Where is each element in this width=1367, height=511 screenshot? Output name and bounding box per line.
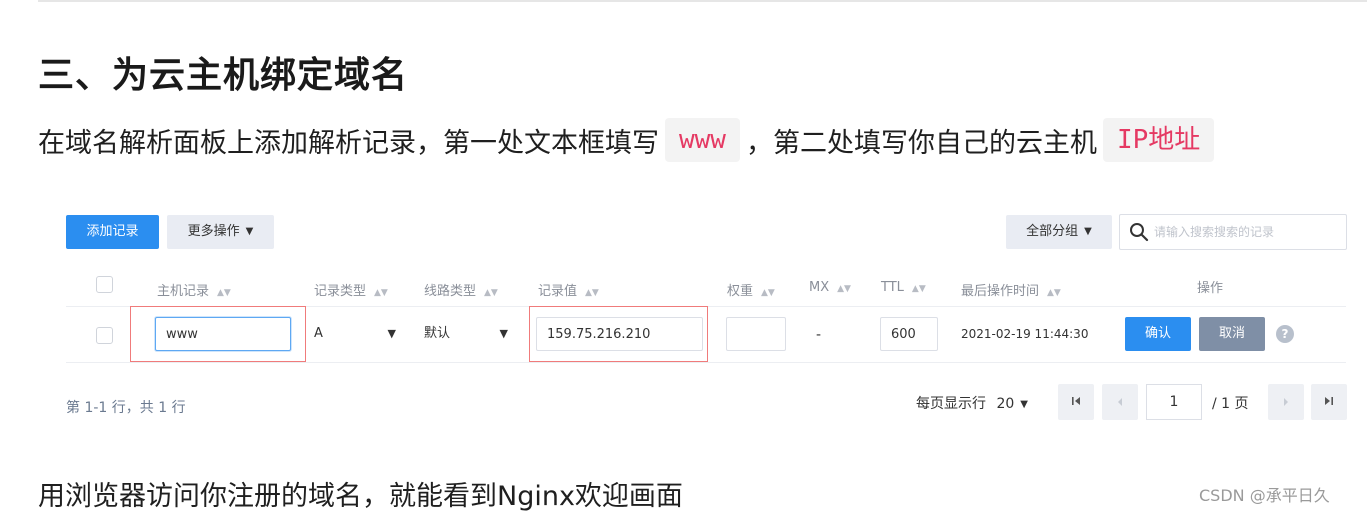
sort-icon: ▲▼ (217, 288, 231, 298)
per-page-value: 20 (996, 396, 1015, 412)
header-mx[interactable]: MX ▲▼ (809, 280, 851, 295)
caret-down-icon: ▼ (1084, 226, 1092, 237)
sort-icon: ▲▼ (911, 284, 926, 294)
prev-page-icon (1118, 398, 1122, 406)
confirm-button[interactable]: 确认 (1125, 317, 1191, 351)
header-label: MX (809, 280, 830, 295)
host-record-input[interactable] (155, 317, 291, 351)
line-type-select[interactable]: 默认 ▼ (424, 317, 508, 351)
caret-down-icon: ▼ (499, 327, 508, 340)
caret-down-icon: ▼ (387, 327, 396, 340)
last-page-button[interactable] (1311, 384, 1347, 420)
all-groups-dropdown[interactable]: 全部分组 ▼ (1006, 215, 1112, 249)
dns-record-panel: 添加记录 更多操作 ▼ 全部分组 ▼ 主机记录 ▲▼ 记录类型 ▲▼ 线路类型 ▲▼ 记录… (0, 200, 1367, 430)
header-ttl[interactable]: TTL ▲▼ (881, 280, 926, 295)
header-actions: 操作 (1197, 281, 1224, 296)
select-all-checkbox[interactable] (96, 276, 113, 293)
header-weight[interactable]: 权重 ▲▼ (727, 280, 775, 299)
prev-page-button[interactable] (1102, 384, 1138, 420)
header-line-type[interactable]: 线路类型 ▲▼ (424, 280, 498, 299)
sort-icon: ▲▼ (1047, 288, 1061, 298)
header-label: 记录类型 (314, 284, 367, 299)
add-record-button[interactable]: 添加记录 (66, 215, 159, 249)
cancel-button[interactable]: 取消 (1199, 317, 1265, 351)
result-note: 用浏览器访问你注册的域名，就能看到Nginx欢迎画面 (38, 481, 683, 511)
row-divider (66, 362, 1346, 363)
line-type-value: 默认 (424, 326, 451, 341)
sort-icon: ▲▼ (374, 288, 388, 298)
header-last-modified[interactable]: 最后操作时间 ▲▼ (961, 280, 1061, 299)
search-icon (1130, 223, 1149, 242)
header-label: 权重 (727, 284, 754, 299)
row-checkbox[interactable] (96, 327, 113, 344)
header-label: TTL (881, 280, 904, 295)
header-label: 记录值 (538, 284, 578, 299)
ttl-input[interactable] (880, 317, 938, 351)
record-value-input[interactable] (536, 317, 703, 351)
total-pages: / 1 页 (1212, 396, 1249, 412)
header-label: 最后操作时间 (961, 284, 1040, 299)
top-divider (38, 0, 1367, 2)
next-page-icon (1284, 398, 1288, 406)
header-record-value[interactable]: 记录值 ▲▼ (538, 280, 599, 299)
header-label: 主机记录 (157, 284, 210, 299)
per-page-label: 每页显示行 (916, 396, 986, 412)
inline-code-www: www (665, 118, 740, 162)
section-heading: 三、为云主机绑定域名 (38, 55, 409, 96)
help-icon[interactable]: ? (1276, 325, 1294, 343)
mx-value: - (816, 327, 822, 343)
record-summary: 第 1-1 行，共 1 行 (66, 400, 186, 416)
next-page-button[interactable] (1268, 384, 1304, 420)
caret-down-icon: ▼ (245, 226, 254, 237)
first-page-icon (1072, 397, 1080, 405)
sort-icon: ▲▼ (761, 288, 775, 298)
search-box (1119, 214, 1347, 250)
header-label: 线路类型 (424, 284, 477, 299)
page-number-input[interactable] (1146, 384, 1202, 420)
more-actions-label: 更多操作 (187, 224, 240, 239)
last-page-icon (1325, 397, 1333, 405)
last-modified-time: 2021-02-19 11:44:30 (961, 327, 1089, 341)
header-record-type[interactable]: 记录类型 ▲▼ (314, 280, 388, 299)
more-actions-button[interactable]: 更多操作 ▼ (167, 215, 274, 249)
instruction-text-2: ，第二处填写你自己的云主机 (745, 127, 1097, 159)
instruction-paragraph: 在域名解析面板上添加解析记录，第一处文本框填写 www ，第二处填写你自己的云主… (38, 116, 1220, 164)
sort-icon: ▲▼ (585, 288, 599, 298)
all-groups-label: 全部分组 (1026, 224, 1079, 239)
record-type-value: A (314, 326, 323, 341)
caret-down-icon: ▼ (1020, 399, 1028, 410)
first-page-button[interactable] (1058, 384, 1094, 420)
per-page-selector[interactable]: 每页显示行 20 ▼ (916, 393, 1028, 413)
record-type-select[interactable]: A ▼ (314, 317, 396, 351)
header-host-record[interactable]: 主机记录 ▲▼ (157, 280, 231, 299)
weight-input[interactable] (726, 317, 786, 351)
sort-icon: ▲▼ (837, 284, 851, 294)
inline-code-ip: IP地址 (1102, 118, 1215, 162)
sort-icon: ▲▼ (484, 288, 498, 298)
instruction-text-1: 在域名解析面板上添加解析记录，第一处文本框填写 (38, 127, 659, 159)
csdn-watermark: CSDN @承平日久 (1199, 486, 1330, 505)
search-input[interactable] (1154, 221, 1340, 243)
